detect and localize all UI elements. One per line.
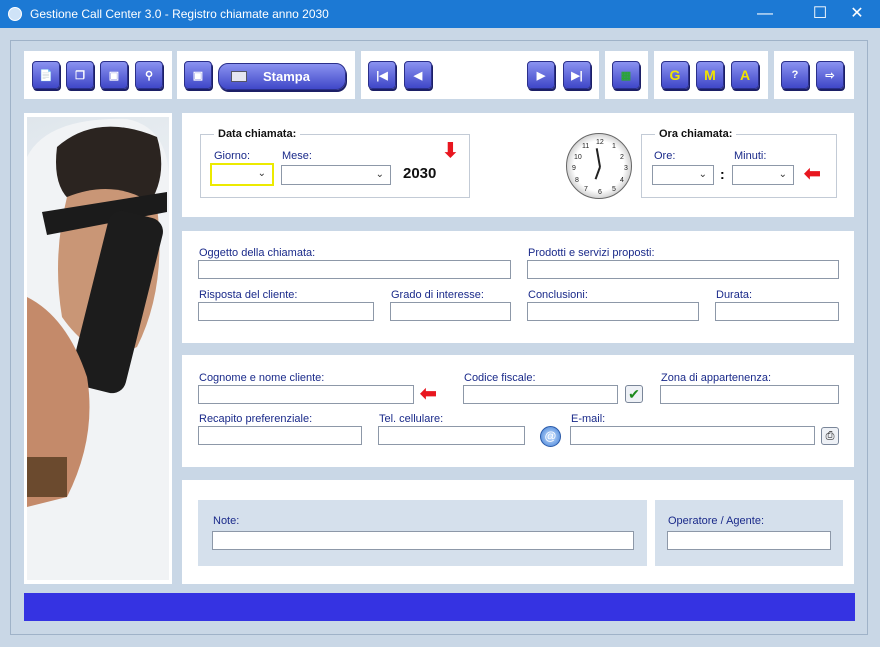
zona-label: Zona di appartenenza:: [661, 372, 772, 384]
exit-icon[interactable]: ⇨: [816, 61, 844, 89]
print-email-icon[interactable]: ⎙: [821, 427, 839, 445]
close-icon[interactable]: ✕: [834, 0, 880, 28]
durata-input[interactable]: [715, 302, 839, 321]
minuti-select[interactable]: ⌄: [732, 165, 794, 185]
operatore-input[interactable]: [667, 531, 831, 550]
call-center-photo: [27, 117, 169, 580]
left-arrow-icon[interactable]: ⬅: [420, 384, 437, 404]
next-record-icon[interactable]: ▶: [527, 61, 555, 89]
status-bar: [24, 593, 855, 621]
conclusioni-label: Conclusioni:: [528, 289, 588, 301]
minimize-icon[interactable]: —: [742, 0, 788, 28]
cellulare-input[interactable]: [378, 426, 525, 445]
ora-chiamata-heading: Ora chiamata:: [655, 128, 737, 140]
conclusioni-input[interactable]: [527, 302, 699, 321]
print-button-label: Stampa: [263, 69, 310, 84]
chevron-down-icon: ⌄: [257, 168, 266, 179]
window-title: Gestione Call Center 3.0 - Registro chia…: [30, 7, 329, 21]
risposta-input[interactable]: [198, 302, 374, 321]
oggetto-input[interactable]: [198, 260, 511, 279]
nome-cliente-label: Cognome e nome cliente:: [199, 372, 325, 384]
m-button[interactable]: M: [696, 61, 724, 89]
ore-select[interactable]: ⌄: [652, 165, 714, 185]
new-icon[interactable]: 📄: [32, 61, 60, 89]
prodotti-label: Prodotti e servizi proposti:: [528, 247, 655, 259]
codice-fiscale-label: Codice fiscale:: [464, 372, 536, 384]
chevron-down-icon: ⌄: [698, 169, 707, 180]
chevron-down-icon: ⌄: [375, 169, 384, 180]
preview-icon[interactable]: ▣: [184, 61, 212, 89]
checkmark-icon[interactable]: ✔: [625, 385, 643, 403]
cellulare-label: Tel. cellulare:: [379, 413, 444, 425]
nome-cliente-input[interactable]: [198, 385, 414, 404]
previous-record-icon[interactable]: ◀: [404, 61, 432, 89]
copy-icon[interactable]: ❐: [66, 61, 94, 89]
a-button[interactable]: A: [731, 61, 759, 89]
data-chiamata-heading: Data chiamata:: [214, 128, 301, 140]
mese-label: Mese:: [282, 150, 312, 162]
g-button[interactable]: G: [661, 61, 689, 89]
clock-icon: 12 1 2 3 4 5 6 7 8 9 10 11: [566, 133, 632, 199]
left-arrow-icon[interactable]: ⬅: [804, 164, 821, 184]
recapito-label: Recapito preferenziale:: [199, 413, 313, 425]
note-label: Note:: [213, 515, 240, 527]
email-input[interactable]: [570, 426, 815, 445]
help-icon[interactable]: ?: [781, 61, 809, 89]
email-label: E-mail:: [571, 413, 606, 425]
app-icon: [8, 7, 22, 21]
prodotti-input[interactable]: [527, 260, 839, 279]
recapito-input[interactable]: [198, 426, 362, 445]
risposta-label: Risposta del cliente:: [199, 289, 298, 301]
durata-label: Durata:: [716, 289, 753, 301]
title-bar: Gestione Call Center 3.0 - Registro chia…: [0, 0, 880, 28]
oggetto-label: Oggetto della chiamata:: [199, 247, 316, 259]
operatore-label: Operatore / Agente:: [668, 515, 765, 527]
codice-fiscale-input[interactable]: [463, 385, 618, 404]
down-arrow-icon[interactable]: ⬇: [442, 141, 459, 161]
print-button[interactable]: Stampa: [218, 63, 346, 90]
printer-icon: [231, 71, 247, 82]
zona-input[interactable]: [660, 385, 839, 404]
mese-select[interactable]: ⌄: [281, 165, 391, 185]
first-record-icon[interactable]: |◀: [368, 61, 396, 89]
time-separator: :: [720, 166, 725, 182]
minuti-label: Minuti:: [734, 150, 767, 162]
chevron-down-icon: ⌄: [778, 169, 787, 180]
excel-icon[interactable]: ▦: [612, 61, 640, 89]
year-display: 2030: [403, 165, 437, 182]
giorno-label: Giorno:: [214, 150, 251, 162]
grado-input[interactable]: [390, 302, 511, 321]
email-at-icon[interactable]: @: [540, 426, 561, 447]
ore-label: Ore:: [654, 150, 676, 162]
last-record-icon[interactable]: ▶|: [563, 61, 591, 89]
note-input[interactable]: [212, 531, 634, 550]
search-icon[interactable]: ⚲: [135, 61, 163, 89]
grado-label: Grado di interesse:: [391, 289, 484, 301]
save-icon[interactable]: ▣: [100, 61, 128, 89]
giorno-select[interactable]: ⌄: [210, 163, 274, 186]
